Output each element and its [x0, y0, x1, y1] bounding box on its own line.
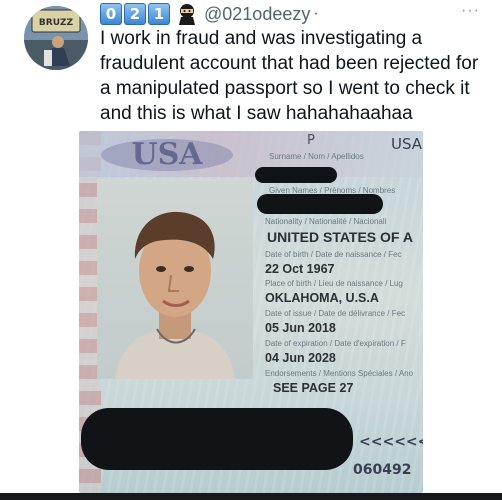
- emblem-text: USA: [131, 137, 203, 172]
- redaction-surname: [255, 167, 337, 183]
- nationality-label: Nationality / Nationalité / Nacionali: [265, 217, 387, 226]
- badge-digit: 1: [148, 3, 170, 25]
- expiry-date-value: 04 Jun 2028: [265, 351, 336, 365]
- avatar[interactable]: BRUZZ: [24, 6, 88, 70]
- portrait-image: [115, 211, 235, 379]
- separator-dot: ·: [313, 5, 319, 22]
- nationality-value: UNITED STATES OF A: [267, 229, 413, 245]
- user-handle-link[interactable]: @021odeezy: [204, 4, 310, 25]
- issue-date-value: 05 Jun 2018: [265, 321, 336, 335]
- passport-type: P: [307, 133, 315, 148]
- more-options-icon[interactable]: ···: [461, 2, 480, 20]
- endorsements-label: Endorsements / Mentions Spéciales / Ano: [265, 369, 414, 378]
- mrz-line-2: 060492: [353, 462, 412, 478]
- redaction-given-names: [257, 194, 383, 214]
- avatar-sign-text: BRUZZ: [39, 18, 74, 28]
- surname-label: Surname / Nom / Apellidos: [269, 152, 364, 161]
- tweet-text: I work in fraud and was investigating a …: [100, 28, 479, 124]
- portrait-photo: [97, 179, 253, 379]
- issue-date-label: Date of issue / Date de délivrance / Fec: [265, 309, 406, 318]
- tweet-header: 0 2 1 @021odeezy ·: [100, 2, 319, 26]
- dob-label: Date of birth / Date de naissance / Fec: [265, 250, 402, 259]
- ninja-emoji-icon: [179, 4, 195, 25]
- pob-label: Place of birth / Lieu de naissance / Lug: [265, 279, 403, 288]
- endorsements-value: SEE PAGE 27: [273, 381, 354, 395]
- usa-emblem-icon: USA: [101, 137, 233, 172]
- bottom-edge: [0, 493, 502, 500]
- pob-value: OKLAHOMA, U.S.A: [265, 291, 379, 305]
- expiry-date-label: Date of expiration / Date d'expiration /…: [265, 339, 406, 348]
- redaction-mrz: [81, 408, 353, 470]
- passport-country: USA: [391, 135, 423, 153]
- badge-digit: 0: [100, 3, 122, 25]
- tweet-media-image[interactable]: USA P USA Surname / Nom / Apellidos Give…: [79, 131, 423, 493]
- badge-digit: 2: [124, 3, 146, 25]
- mrz-line-1: <<<<<<: [359, 434, 423, 450]
- avatar-image: BRUZZ: [24, 6, 88, 70]
- dob-value: 22 Oct 1967: [265, 262, 335, 276]
